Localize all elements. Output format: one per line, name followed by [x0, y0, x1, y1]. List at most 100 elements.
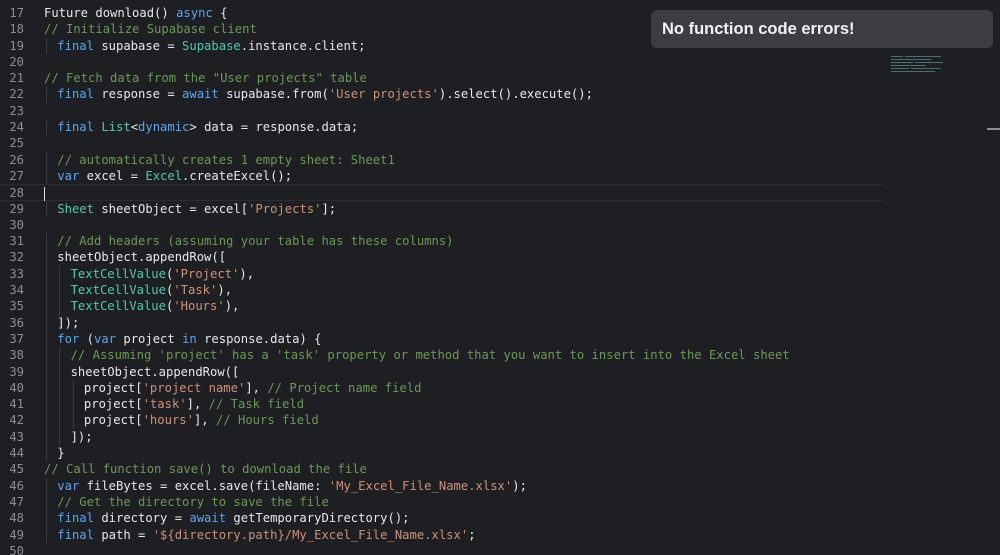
code-text: final List<dynamic> data = response.data…	[57, 119, 358, 135]
code-token: ).select().execute();	[438, 87, 593, 102]
code-token: // Project name field	[267, 380, 422, 395]
line-number: 21	[9, 71, 24, 86]
code-line[interactable]: 35 TextCellValue('Hours'),	[0, 298, 1000, 315]
code-token: supabase.from(	[218, 87, 329, 102]
code-text: ]);	[57, 315, 79, 331]
code-token: final	[57, 120, 94, 135]
code-token: excel =	[79, 168, 146, 183]
line-number: 33	[9, 266, 24, 281]
code-text: final directory = await getTemporaryDire…	[57, 510, 409, 526]
code-line[interactable]: 33 TextCellValue('Project'),	[0, 265, 1000, 283]
line-number: 24	[9, 120, 24, 135]
code-token: // Get the directory to save the file	[57, 494, 329, 509]
code-line[interactable]: 46 var fileBytes = excel.save(fileName: '…	[0, 477, 1000, 494]
code-line[interactable]: 29 Sheet sheetObject = excel['Projects'];	[0, 200, 1000, 217]
line-number: 39	[9, 364, 24, 379]
line-number: 22	[9, 87, 24, 102]
code-text	[44, 185, 45, 201]
code-token: > data = response.data;	[189, 120, 359, 135]
code-text: final path = '${directory.path}/My_Excel…	[57, 527, 475, 543]
code-text: sheetObject.appendRow([	[71, 364, 240, 380]
code-token: // Assuming 'project' has a 'task' prope…	[70, 348, 790, 363]
code-token: // automatically creates 1 empty sheet: …	[57, 152, 395, 167]
code-token: TextCellValue	[70, 299, 166, 314]
line-number: 44	[9, 446, 24, 461]
line-number: 48	[9, 511, 24, 526]
code-token: supabase =	[93, 38, 183, 53]
code-line[interactable]: 30	[0, 217, 1000, 233]
code-line[interactable]: 43]);	[0, 428, 1000, 446]
code-token: ],	[193, 413, 216, 428]
code-token: sheetObject.appendRow([	[70, 364, 240, 379]
code-line[interactable]: 20	[0, 54, 1000, 70]
code-line[interactable]: 48 final directory = await getTemporaryDi…	[0, 510, 1000, 527]
code-token: Future download()	[44, 6, 177, 20]
indent-guide	[46, 477, 47, 494]
indent-guide	[59, 298, 61, 315]
code-token: Excel	[145, 168, 183, 183]
code-text: TextCellValue('Project'),	[71, 266, 254, 282]
code-text: // Call function save() to download the …	[44, 461, 367, 477]
line-number: 46	[9, 478, 24, 493]
code-line[interactable]: 31 // Add headers (assuming your table ha…	[0, 233, 1000, 250]
code-token: .instance.client;	[240, 38, 366, 53]
code-line[interactable]: 41 project['task'], // Task field	[0, 396, 1000, 413]
code-line[interactable]: 47 // Get the directory to save the file	[0, 493, 1000, 511]
code-token: getTemporaryDirectory();	[226, 511, 410, 526]
code-token: project	[116, 331, 183, 346]
indent-guide	[59, 265, 61, 283]
code-token: 'Project'	[173, 266, 240, 281]
code-token: List	[101, 120, 131, 135]
scrollbar-marker[interactable]	[987, 128, 1000, 130]
code-text: // Get the directory to save the file	[57, 494, 329, 510]
code-line[interactable]: 49 final path = '${directory.path}/My_Exc…	[0, 526, 1000, 543]
code-line[interactable]: 23	[0, 103, 1000, 119]
code-line[interactable]: 50	[0, 543, 1000, 555]
code-text: sheetObject.appendRow([	[57, 249, 226, 265]
code-lines[interactable]: 17 Future download() async {18// Initiali…	[0, 5, 1000, 555]
code-token: ;	[468, 527, 476, 542]
indent-guide	[46, 282, 47, 299]
code-line[interactable]: 26 // automatically creates 1 empty sheet…	[0, 151, 1000, 168]
indent-guide	[46, 412, 47, 429]
code-line[interactable]: 32 sheetObject.appendRow([	[0, 249, 1000, 266]
indent-guide	[72, 412, 74, 429]
indent-guide	[46, 314, 47, 331]
code-line[interactable]: 28	[0, 184, 885, 201]
indent-guide	[46, 363, 47, 380]
indent-guide	[46, 151, 47, 168]
code-token: response.data) {	[196, 331, 322, 346]
indent-guide	[46, 265, 47, 283]
code-line[interactable]: 40 project['project name'], // Project na…	[0, 379, 1000, 397]
code-token: ),	[217, 283, 233, 298]
code-editor[interactable]: 17 Future download() async {18// Initiali…	[0, 0, 1000, 555]
indent-guide	[46, 37, 47, 54]
code-line[interactable]: 34 TextCellValue('Task'),	[0, 282, 1000, 299]
minimap[interactable]	[891, 54, 946, 74]
line-number: 45	[9, 462, 24, 477]
code-line[interactable]: 42 project['hours'], // Hours field	[0, 412, 1000, 429]
code-line[interactable]: 44}	[0, 445, 1000, 462]
code-line[interactable]: 21 // Fetch data from the "User projects"…	[0, 70, 1000, 86]
code-line[interactable]: 36]);	[0, 314, 1000, 331]
code-token: path =	[93, 527, 153, 542]
code-line[interactable]: 22 final response = await supabase.from('…	[0, 86, 1000, 103]
code-line[interactable]: 37 for (var project in response.data) {	[0, 330, 1000, 348]
code-token: ];	[321, 201, 337, 216]
code-line[interactable]: 25	[0, 135, 1000, 151]
code-token: // Add headers (assuming your table has …	[57, 234, 454, 249]
code-token: var	[57, 478, 80, 493]
indent-guide	[59, 379, 61, 397]
code-token: project[	[83, 380, 143, 395]
code-token: Sheet	[57, 201, 94, 216]
code-line[interactable]: 24 final List<dynamic> data = response.da…	[0, 119, 1000, 136]
indent-guide	[46, 167, 47, 185]
code-line[interactable]: 39 sheetObject.appendRow([	[0, 363, 1000, 380]
code-token: final	[57, 38, 94, 53]
code-line[interactable]: 45 // Call function save() to download th…	[0, 461, 1000, 477]
code-line[interactable]: 27 var excel = Excel.createExcel();	[0, 167, 1000, 185]
line-number: 49	[9, 527, 24, 542]
code-line[interactable]: 38 // Assuming 'project' has a 'task' pro…	[0, 347, 1000, 364]
code-token: project[	[83, 413, 143, 428]
indent-guide	[46, 510, 47, 527]
